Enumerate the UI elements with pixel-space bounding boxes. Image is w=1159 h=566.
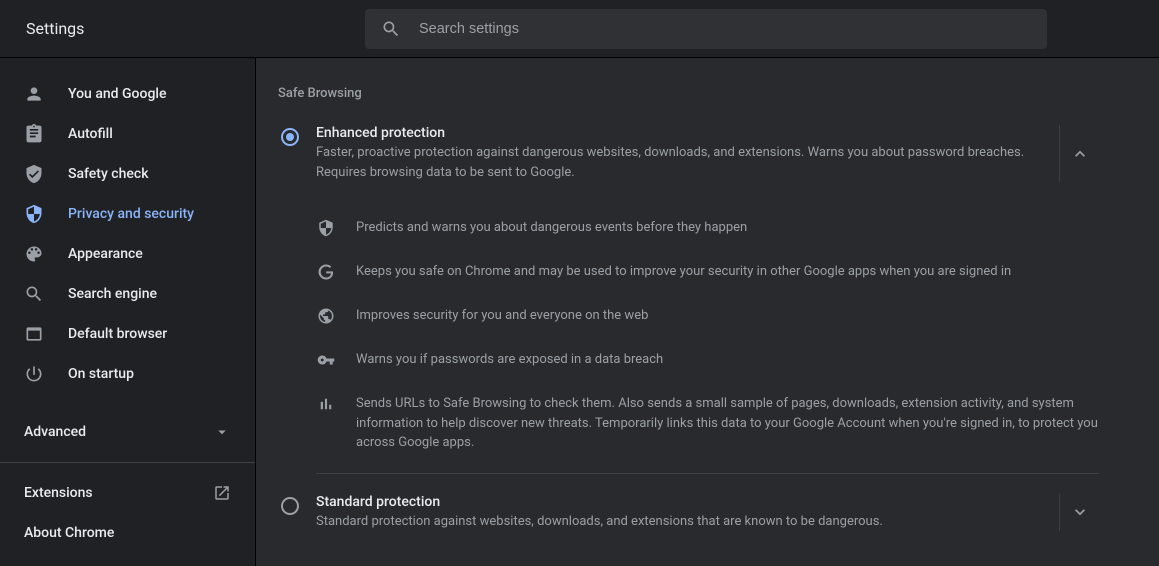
bullet-text: Improves security for you and everyone o… [356,306,1099,326]
magnify-icon [24,284,44,304]
advanced-label: Advanced [24,424,86,440]
expand-standard-button[interactable] [1059,494,1099,532]
chevron-down-icon [1070,502,1090,522]
search-icon [381,19,401,39]
option-desc: Faster, proactive protection against dan… [316,143,1043,182]
radio-enhanced[interactable] [280,127,300,147]
palette-icon [24,244,44,264]
about-label: About Chrome [24,525,114,541]
option-enhanced-protection[interactable]: Enhanced protection Faster, proactive pr… [278,113,1099,198]
option-title: Enhanced protection [316,125,1043,141]
bullet-row: Warns you if passwords are exposed in a … [316,338,1099,382]
shield-icon [24,204,44,224]
sidebar-item-search-engine[interactable]: Search engine [0,274,255,314]
sidebar-item-label: You and Google [68,86,166,102]
sidebar-item-safety-check[interactable]: Safety check [0,154,255,194]
section-title: Safe Browsing [278,86,1099,101]
sidebar-item-privacy-security[interactable]: Privacy and security [0,194,255,234]
sidebar-item-default-browser[interactable]: Default browser [0,314,255,354]
bullet-row: Sends URLs to Safe Browsing to check the… [316,382,1099,465]
sidebar-about-link[interactable]: About Chrome [0,513,255,553]
shield-check-icon [24,164,44,184]
divider [316,473,1099,474]
option-desc: Standard protection against websites, do… [316,512,1043,532]
bar-chart-icon [316,394,336,414]
enhanced-details: Predicts and warns you about dangerous e… [316,206,1099,465]
bullet-row: Improves security for you and everyone o… [316,294,1099,338]
sidebar-item-label: Search engine [68,286,157,302]
content-area: Safe Browsing Enhanced protection Faster… [256,58,1159,566]
topbar: Settings [0,0,1159,58]
sidebar-extensions-link[interactable]: Extensions [0,473,255,513]
shield-icon [316,218,336,238]
bullet-text: Predicts and warns you about dangerous e… [356,218,1099,238]
search-input[interactable] [419,21,1031,37]
bullet-text: Keeps you safe on Chrome and may be used… [356,262,1099,282]
sidebar-item-on-startup[interactable]: On startup [0,354,255,394]
extensions-label: Extensions [24,485,93,501]
external-link-icon [213,484,231,502]
radio-standard[interactable] [280,496,300,516]
sidebar-advanced-toggle[interactable]: Advanced [0,412,255,452]
option-standard-protection[interactable]: Standard protection Standard protection … [278,482,1099,548]
sidebar-item-label: Privacy and security [68,206,194,222]
bullet-text: Warns you if passwords are exposed in a … [356,350,1099,370]
power-icon [24,364,44,384]
divider [0,462,255,463]
sidebar-item-label: Appearance [68,246,143,262]
bullet-row: Predicts and warns you about dangerous e… [316,206,1099,250]
person-icon [24,84,44,104]
sidebar-item-label: On startup [68,366,134,382]
collapse-enhanced-button[interactable] [1059,125,1099,182]
option-title: Standard protection [316,494,1043,510]
google-g-icon [316,262,336,282]
sidebar-item-appearance[interactable]: Appearance [0,234,255,274]
search-field[interactable] [365,9,1047,49]
sidebar-item-label: Safety check [68,166,149,182]
bullet-row: Keeps you safe on Chrome and may be used… [316,250,1099,294]
globe-icon [316,306,336,326]
clipboard-icon [24,124,44,144]
sidebar-item-autofill[interactable]: Autofill [0,114,255,154]
chevron-up-icon [1070,144,1090,164]
key-icon [316,350,336,370]
sidebar-item-you-and-google[interactable]: You and Google [0,74,255,114]
browser-icon [24,324,44,344]
bullet-text: Sends URLs to Safe Browsing to check the… [356,394,1099,453]
page-title: Settings [0,19,365,38]
sidebar: You and Google Autofill Safety check Pri… [0,58,256,566]
chevron-down-icon [213,423,231,441]
sidebar-item-label: Autofill [68,126,113,142]
sidebar-item-label: Default browser [68,326,167,342]
